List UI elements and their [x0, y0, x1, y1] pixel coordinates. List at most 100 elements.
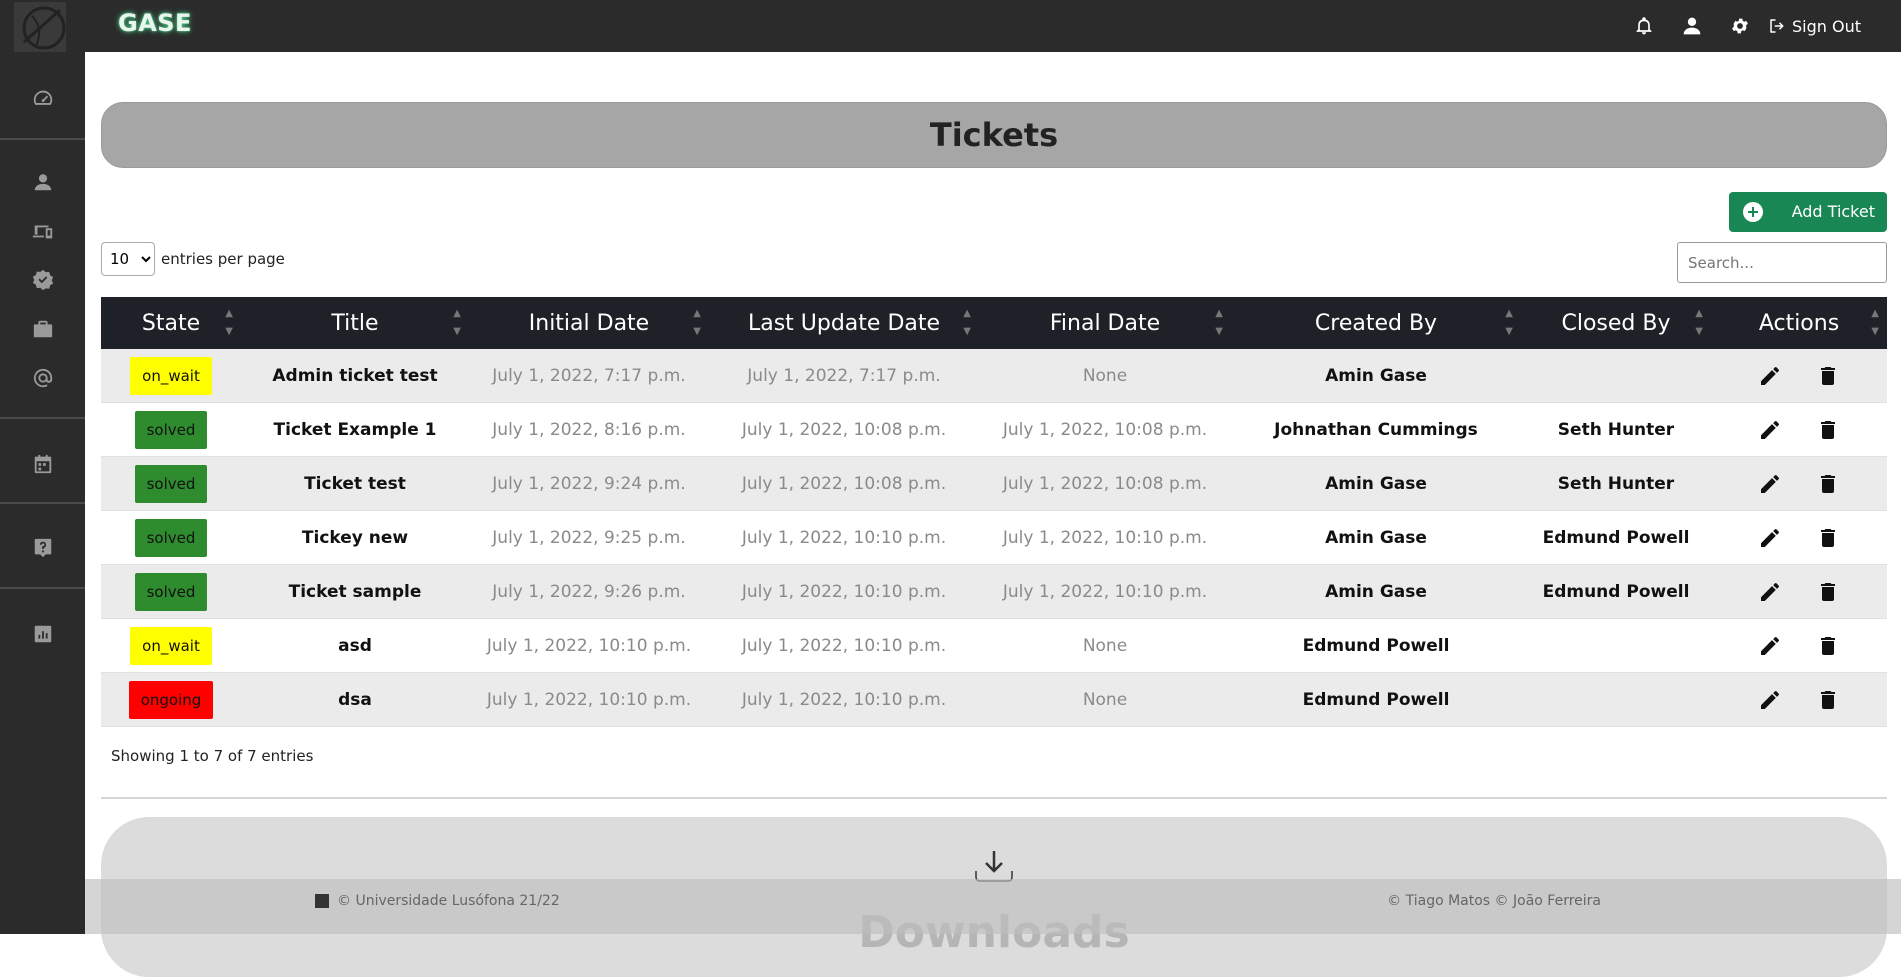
sort-arrows-icon: ▲ ▼: [1215, 308, 1223, 337]
help-icon[interactable]: [0, 526, 85, 570]
column-header-label: Closed By: [1561, 310, 1671, 336]
sort-arrows-icon: ▲ ▼: [1871, 308, 1879, 337]
column-header-label: Title: [331, 310, 379, 336]
table-row: on_wait asd July 1, 2022, 10:10 p.m. July 1…: [101, 619, 1887, 673]
edit-pencil-icon[interactable]: [1758, 472, 1782, 496]
cell-actions: [1711, 526, 1887, 550]
at-sign-icon[interactable]: [0, 356, 85, 400]
sort-arrows-icon: ▲ ▼: [1505, 308, 1513, 337]
plus-circle-icon: [1743, 202, 1763, 222]
cell-actions: [1711, 580, 1887, 604]
pagination-summary: Showing 1 to 7 of 7 entries: [111, 747, 314, 765]
footer-left-text: © Universidade Lusófona 21/22: [337, 893, 560, 909]
column-header-created-by[interactable]: Created By ▲ ▼: [1231, 297, 1521, 349]
divider: [101, 797, 1887, 799]
user-icon[interactable]: [1668, 0, 1716, 52]
edit-pencil-icon[interactable]: [1758, 418, 1782, 442]
column-header-last-update-date[interactable]: Last Update Date ▲ ▼: [709, 297, 979, 349]
delete-trash-icon[interactable]: [1816, 418, 1840, 442]
footer-right-text: © Tiago Matos © João Ferreira: [1387, 893, 1601, 909]
cell-title: Ticket Example 1: [273, 419, 437, 440]
delete-trash-icon[interactable]: [1816, 526, 1840, 550]
sidebar: [0, 52, 85, 934]
gear-icon[interactable]: [1716, 0, 1764, 52]
delete-trash-icon[interactable]: [1816, 472, 1840, 496]
cell-created-by: Edmund Powell: [1302, 635, 1450, 656]
cell-final-date: July 1, 2022, 10:10 p.m.: [1002, 581, 1208, 602]
devices-icon[interactable]: [0, 209, 85, 253]
sign-out-button[interactable]: Sign Out: [1764, 17, 1861, 36]
delete-trash-icon[interactable]: [1816, 634, 1840, 658]
delete-trash-icon[interactable]: [1816, 364, 1840, 388]
main-content: Tickets Add Ticket 10 entries per page S…: [85, 52, 1901, 977]
cell-title: asd: [338, 635, 372, 656]
column-header-title[interactable]: Title ▲ ▼: [241, 297, 469, 349]
cell-final-date: None: [1082, 365, 1128, 386]
column-header-initial-date[interactable]: Initial Date ▲ ▼: [469, 297, 709, 349]
cell-state: ongoing: [101, 680, 241, 719]
cell-final-date: July 1, 2022, 10:08 p.m.: [1002, 473, 1208, 494]
cell-created-by: Edmund Powell: [1302, 689, 1450, 710]
cell-final-date: July 1, 2022, 10:08 p.m.: [1002, 419, 1208, 440]
cell-created-by: Amin Gase: [1325, 365, 1427, 386]
delete-trash-icon[interactable]: [1816, 688, 1840, 712]
cell-closed-by: Seth Hunter: [1557, 419, 1675, 440]
delete-trash-icon[interactable]: [1816, 580, 1840, 604]
verified-badge-icon[interactable]: [0, 258, 85, 302]
sort-arrows-icon: ▲ ▼: [963, 308, 971, 337]
cell-actions: [1711, 634, 1887, 658]
cell-last-update-date: July 1, 2022, 7:17 p.m.: [747, 365, 941, 386]
sign-out-icon: [1770, 19, 1784, 33]
report-chart-icon[interactable]: [0, 612, 85, 656]
cell-created-by: Johnathan Cummings: [1274, 419, 1478, 440]
cell-closed-by: Edmund Powell: [1542, 581, 1690, 602]
column-header-label: State: [141, 310, 201, 336]
cell-title: Ticket sample: [288, 581, 422, 602]
brand-name[interactable]: GASE: [118, 9, 192, 37]
table-header: State ▲ ▼ Title ▲ ▼ Initial Date ▲ ▼ Last Update …: [101, 297, 1887, 349]
sort-arrows-icon: ▲ ▼: [453, 308, 461, 337]
tickets-table: State ▲ ▼ Title ▲ ▼ Initial Date ▲ ▼ Last Update …: [101, 297, 1887, 727]
entries-per-page: 10 entries per page: [101, 242, 285, 276]
table-row: solved Tickey new July 1, 2022, 9:25 p.m. J…: [101, 511, 1887, 565]
status-badge: solved: [134, 410, 208, 449]
edit-pencil-icon[interactable]: [1758, 580, 1782, 604]
calendar-icon[interactable]: [0, 442, 85, 486]
cell-last-update-date: July 1, 2022, 10:10 p.m.: [741, 581, 947, 602]
status-badge: on_wait: [130, 626, 212, 665]
column-header-actions[interactable]: Actions ▲ ▼: [1711, 297, 1887, 349]
page-title-bar: Tickets: [101, 102, 1887, 168]
sort-arrows-icon: ▲ ▼: [1695, 308, 1703, 337]
cell-title: Tickey new: [301, 527, 409, 548]
briefcase-icon[interactable]: [0, 307, 85, 351]
cell-final-date: None: [1082, 689, 1128, 710]
edit-pencil-icon[interactable]: [1758, 526, 1782, 550]
cell-closed-by: Edmund Powell: [1542, 527, 1690, 548]
status-badge: on_wait: [130, 356, 212, 395]
cell-actions: [1711, 688, 1887, 712]
column-header-closed-by[interactable]: Closed By ▲ ▼: [1521, 297, 1711, 349]
column-header-label: Last Update Date: [747, 310, 941, 336]
column-header-final-date[interactable]: Final Date ▲ ▼: [979, 297, 1231, 349]
column-header-state[interactable]: State ▲ ▼: [101, 297, 241, 349]
cell-last-update-date: July 1, 2022, 10:08 p.m.: [741, 473, 947, 494]
cell-initial-date: July 1, 2022, 8:16 p.m.: [492, 419, 686, 440]
logo[interactable]: [14, 2, 66, 52]
cell-title: Admin ticket test: [272, 365, 438, 386]
entries-per-page-select[interactable]: 10: [101, 242, 155, 276]
sort-arrows-icon: ▲ ▼: [693, 308, 701, 337]
cell-actions: [1711, 418, 1887, 442]
cell-actions: [1711, 364, 1887, 388]
cell-state: solved: [101, 518, 241, 557]
bell-icon[interactable]: [1620, 0, 1668, 52]
table-row: solved Ticket sample July 1, 2022, 9:26 p.…: [101, 565, 1887, 619]
table-row: ongoing dsa July 1, 2022, 10:10 p.m. July 1…: [101, 673, 1887, 727]
edit-pencil-icon[interactable]: [1758, 634, 1782, 658]
search-input[interactable]: [1677, 242, 1887, 283]
edit-pencil-icon[interactable]: [1758, 364, 1782, 388]
dashboard-gauge-icon[interactable]: [0, 76, 85, 120]
edit-pencil-icon[interactable]: [1758, 688, 1782, 712]
user-icon[interactable]: [0, 160, 85, 204]
cell-state: on_wait: [101, 626, 241, 665]
add-ticket-button[interactable]: Add Ticket: [1729, 192, 1887, 232]
